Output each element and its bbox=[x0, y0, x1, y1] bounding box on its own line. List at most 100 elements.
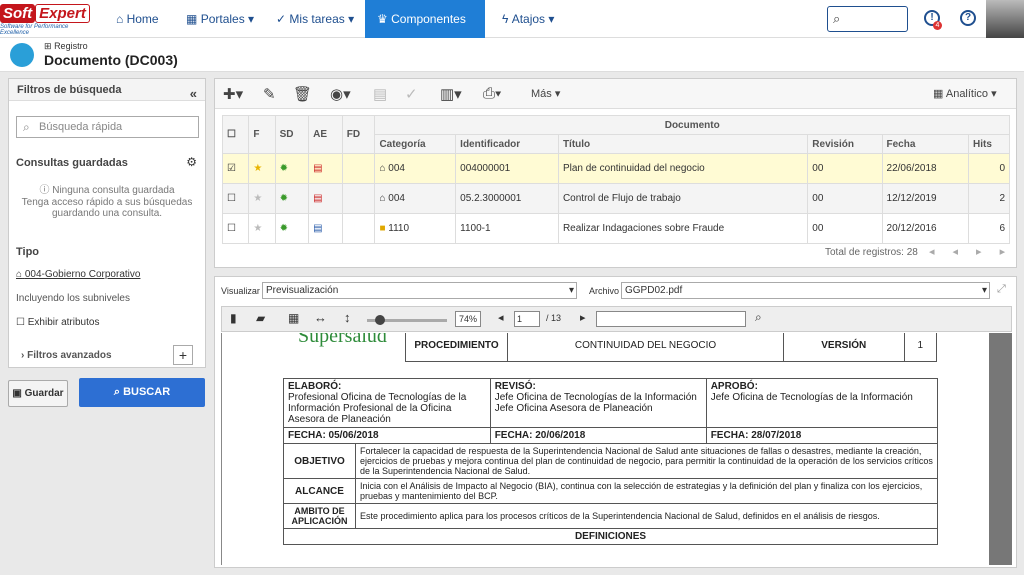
table-cell: ⌂ 004 bbox=[374, 153, 457, 184]
favorite-star-icon[interactable]: ★ bbox=[248, 153, 276, 184]
zoom-slider[interactable] bbox=[367, 315, 447, 325]
nav-components[interactable]: ♛ Componentes ▾ bbox=[365, 0, 485, 64]
sublevels-note: Incluyendo los subniveles bbox=[16, 293, 130, 304]
saved-queries-title: Consultas guardadas bbox=[16, 157, 128, 169]
chart-icon[interactable]: ▥▾ bbox=[440, 85, 462, 103]
favorite-star-icon[interactable]: ★ bbox=[248, 183, 276, 214]
plus-icon: ⊞ bbox=[44, 41, 52, 51]
page-header: ⊞ Registro Documento (DC003) bbox=[0, 38, 1024, 72]
status-icon: ✹ bbox=[274, 153, 310, 184]
row-checkbox[interactable]: ☐ bbox=[221, 213, 250, 244]
visualize-label: Visualizar bbox=[221, 286, 260, 296]
floppy-icon: ▣ bbox=[12, 388, 22, 399]
checkbox-icon: ☐ bbox=[16, 317, 25, 328]
search-button[interactable]: ⌕ BUSCAR bbox=[79, 378, 205, 407]
global-search-input[interactable]: ⌕ bbox=[827, 6, 908, 32]
filter-sidebar: Filtros de búsqueda « ⌕ Búsqueda rápida Co… bbox=[8, 78, 206, 368]
zoom-slider-handle[interactable] bbox=[375, 315, 385, 325]
collapse-icon[interactable]: « bbox=[190, 83, 197, 105]
fit-width-icon[interactable]: ↔ bbox=[314, 310, 327, 325]
file-select[interactable]: GGPD02.pdf ▾ bbox=[621, 282, 990, 299]
sidebar-toggle-icon[interactable]: ▮ bbox=[230, 311, 237, 325]
results-panel: ✚▾ ✎ 🗑 ◉▾ ▤ ✓ ▥▾ ⎙▾ Más ▾ ▦ Analítico ▾ … bbox=[214, 78, 1017, 268]
page-title: Documento (DC003) bbox=[44, 52, 178, 68]
view-mode-select[interactable]: ▦ Analítico ▾ bbox=[933, 87, 997, 100]
advanced-filters-toggle[interactable]: › Filtros avanzados bbox=[21, 350, 112, 361]
chevron-down-icon: ▾ bbox=[981, 285, 987, 296]
trophy-icon: ♛ bbox=[377, 12, 388, 26]
type-filter-link[interactable]: ⌂ 004-Gobierno Corporativo bbox=[16, 269, 140, 280]
delete-icon[interactable]: 🗑 bbox=[293, 85, 312, 103]
document-edit-icon[interactable]: ▤ bbox=[373, 85, 387, 103]
save-button[interactable]: ▣ Guardar bbox=[8, 380, 68, 407]
pdf-icon[interactable]: ▤ bbox=[308, 153, 343, 184]
saved-hint: Tenga acceso rápido a sus búsquedas guar… bbox=[21, 197, 193, 219]
more-menu[interactable]: Más ▾ bbox=[531, 87, 560, 100]
pdf-search-input[interactable] bbox=[596, 311, 746, 327]
page-count: / 13 bbox=[546, 313, 562, 323]
bolt-icon: ϟ bbox=[502, 12, 509, 26]
doc-body-table: ELABORÓ: Profesional Oficina de Tecnologí… bbox=[283, 378, 939, 545]
next-page-icon[interactable]: ▸ bbox=[580, 311, 586, 324]
grid-icon[interactable]: ▦ bbox=[288, 311, 299, 325]
home-icon: ⌂ bbox=[16, 269, 23, 280]
file-label: Archivo bbox=[589, 286, 620, 296]
nav-home[interactable]: ⌂ Home bbox=[104, 0, 171, 38]
grid-icon: ▦ bbox=[186, 12, 198, 26]
type-title: Tipo bbox=[16, 246, 40, 258]
softexpert-logo[interactable]: Soft Expert Software for Performance Exce… bbox=[0, 4, 98, 36]
nav-portals[interactable]: ▦ Portales ▾ bbox=[174, 0, 266, 38]
table-row[interactable]: ☑ ★ ✹ ▤ ⌂ 004 004000001 Plan de continuidad de… bbox=[221, 153, 1010, 184]
documents-table: ☐ F SD AE FD Documento Categoría Identificador… bbox=[221, 115, 1010, 244]
supersalud-logo: Supersalud bbox=[298, 333, 387, 347]
zoom-input[interactable]: 74% bbox=[455, 311, 481, 327]
breadcrumb[interactable]: ⊞ Registro bbox=[44, 41, 88, 52]
chevron-down-icon: ▾ bbox=[568, 285, 574, 296]
folder-icon: ■ bbox=[379, 223, 386, 234]
top-navigation: Soft Expert Software for Performance Exce… bbox=[0, 0, 1024, 64]
document-icon bbox=[10, 43, 34, 67]
view-icon[interactable]: ◉▾ bbox=[330, 85, 351, 103]
pdf-icon[interactable]: ▤ bbox=[308, 183, 343, 214]
add-icon[interactable]: ✚▾ bbox=[223, 85, 243, 103]
select-all-checkbox[interactable]: ☐ bbox=[221, 115, 250, 154]
pdf-page: Supersalud PROCEDIMIENTO CONTINUIDAD DEL … bbox=[221, 333, 989, 565]
expand-icon[interactable]: ⤢ bbox=[997, 283, 1006, 296]
home-icon: ⌂ bbox=[116, 12, 124, 26]
table-icon: ▦ bbox=[933, 88, 944, 100]
status-icon: ✹ bbox=[274, 213, 310, 244]
show-attributes-checkbox[interactable]: ☐ Exhibir atributos bbox=[16, 317, 99, 328]
prev-page-icon[interactable]: ◂ bbox=[498, 311, 504, 324]
quick-search-input[interactable]: ⌕ Búsqueda rápida bbox=[16, 116, 199, 138]
print-icon[interactable]: ⎙▾ bbox=[483, 85, 501, 102]
search-icon: ⌕ bbox=[113, 386, 121, 398]
search-icon[interactable]: ⌕ bbox=[755, 310, 762, 325]
table-row[interactable]: ☐ ★ ✹ ▤ ⌂ 004 05.2.3000001 Control de Flujo de… bbox=[221, 183, 1010, 214]
table-cell: ⌂ 004 bbox=[374, 183, 457, 214]
pagination[interactable]: ◂◂▸▸ bbox=[929, 245, 1023, 258]
gear-icon[interactable]: ⚙ bbox=[186, 155, 197, 169]
pdf-scrollbar[interactable] bbox=[989, 333, 1012, 565]
table-cell: ■ 1110 bbox=[374, 213, 457, 244]
avatar[interactable] bbox=[986, 0, 1024, 38]
row-checkbox[interactable]: ☐ bbox=[221, 183, 250, 214]
help-icon[interactable]: ? bbox=[960, 10, 976, 26]
total-records: Total de registros: 28 bbox=[825, 247, 918, 258]
favorite-star-icon[interactable]: ★ bbox=[248, 213, 276, 244]
word-doc-icon[interactable]: ▤ bbox=[308, 213, 343, 244]
nav-shortcuts[interactable]: ϟ Atajos ▾ bbox=[490, 0, 566, 38]
table-row[interactable]: ☐ ★ ✹ ▤ ■ 1110 1100-1 Realizar Indagaciones so… bbox=[221, 213, 1010, 244]
nav-tasks[interactable]: ✓ Mis tareas ▾ bbox=[264, 0, 366, 38]
approve-icon[interactable]: ✓ bbox=[405, 85, 418, 103]
page-input[interactable]: 1 bbox=[514, 311, 540, 327]
search-icon: ⌕ bbox=[833, 11, 841, 26]
visualize-select[interactable]: Previsualización ▾ bbox=[262, 282, 577, 299]
sidebar-title: Filtros de búsqueda « bbox=[9, 79, 205, 101]
add-filter-button[interactable]: + bbox=[173, 345, 193, 365]
results-toolbar: ✚▾ ✎ 🗑 ◉▾ ▤ ✓ ▥▾ ⎙▾ Más ▾ ▦ Analítico ▾ bbox=[215, 79, 1016, 109]
edit-icon[interactable]: ✎ bbox=[263, 85, 276, 103]
row-checkbox[interactable]: ☑ bbox=[221, 153, 250, 184]
fit-height-icon[interactable]: ↕ bbox=[344, 310, 351, 325]
book-icon[interactable]: ▰ bbox=[256, 311, 265, 325]
check-icon: ✓ bbox=[276, 12, 287, 26]
